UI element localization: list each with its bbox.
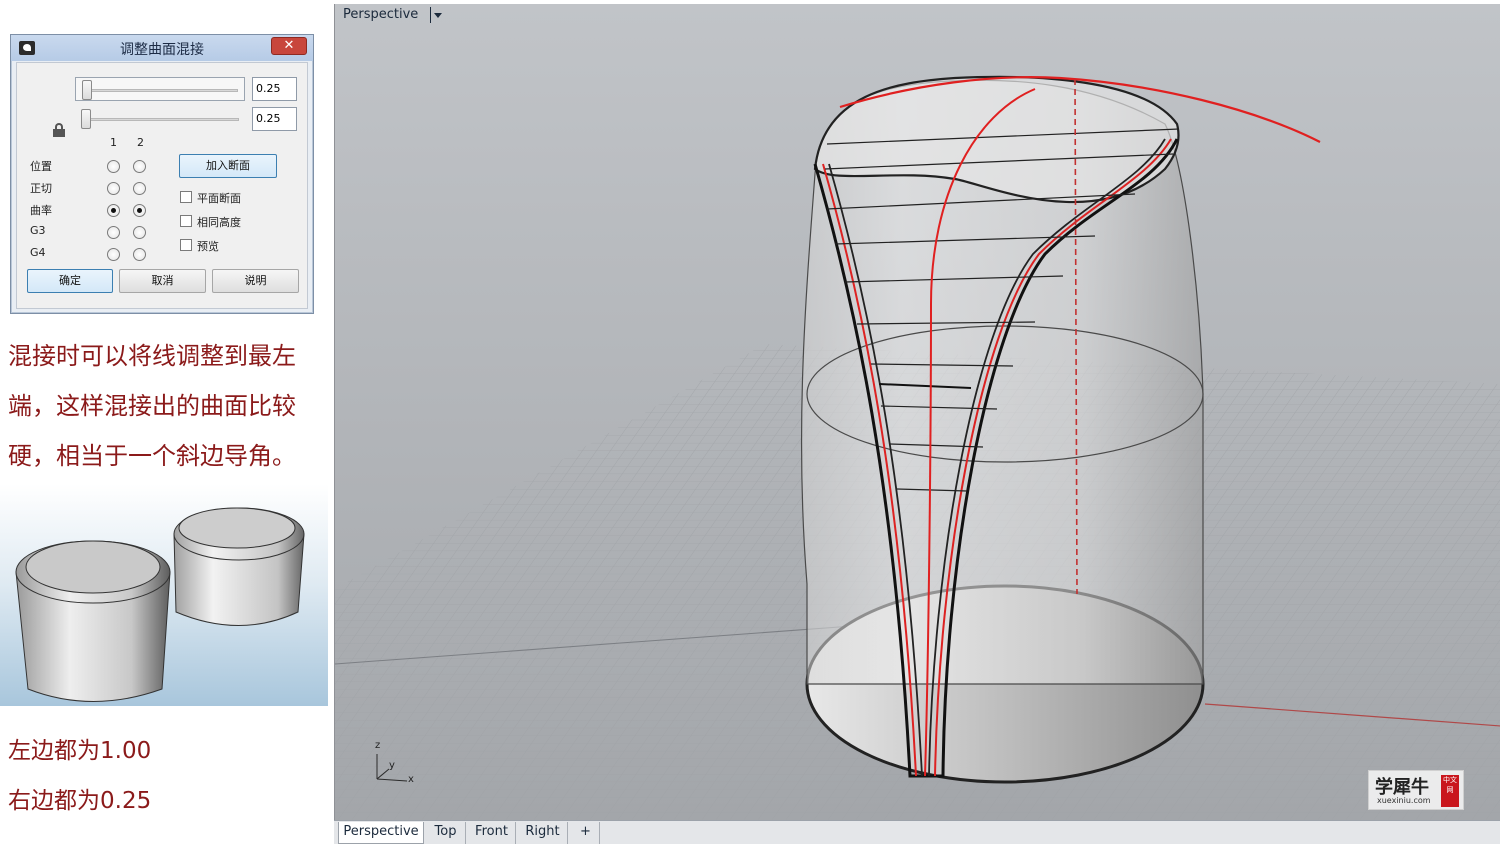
blend-comparison-image <box>0 484 328 706</box>
axis-z-label: z <box>375 740 381 751</box>
help-button[interactable]: 说明 <box>212 269 299 293</box>
viewport-title[interactable]: Perspective <box>343 7 418 22</box>
blend-slider-2[interactable] <box>75 107 245 131</box>
watermark-seal: 中文网 <box>1441 775 1459 807</box>
tab-right[interactable]: Right <box>518 822 568 844</box>
cancel-button[interactable]: 取消 <box>119 269 206 293</box>
description-line-2: 端，这样混接出的曲面比较 <box>8 392 296 420</box>
slider-1-value-field[interactable]: 0.25 <box>252 77 297 101</box>
adjust-blend-dialog: 调整曲面混接 ✕ 0.25 0.25 1 2 位置 正切 曲率 G3 G4 加入… <box>10 34 314 314</box>
description-line-3: 硬，相当于一个斜边导角。 <box>8 442 296 470</box>
radio-g4-2[interactable] <box>133 248 146 261</box>
same-height-label: 相同高度 <box>197 216 241 229</box>
watermark-logo: 学犀牛 xuexiniu.com 中文网 <box>1368 770 1464 810</box>
slider-thumb[interactable] <box>81 109 91 129</box>
continuity-label-g3: G3 <box>30 224 46 237</box>
radio-tangent-2[interactable] <box>133 182 146 195</box>
ok-button[interactable]: 确定 <box>27 269 113 293</box>
add-viewport-tab-button[interactable]: + <box>572 822 600 844</box>
blend-slider-1[interactable] <box>75 77 245 101</box>
radio-g3-2[interactable] <box>133 226 146 239</box>
description-line-1: 混接时可以将线调整到最左 <box>8 342 296 370</box>
add-section-button[interactable]: 加入断面 <box>179 154 277 178</box>
radio-curvature-1[interactable] <box>107 204 120 217</box>
tab-top[interactable]: Top <box>426 822 466 844</box>
caption-left: 左边都为1.00 <box>8 738 152 764</box>
watermark-url: xuexiniu.com <box>1377 796 1431 805</box>
lock-icon[interactable] <box>53 123 65 137</box>
column-header-2: 2 <box>137 136 144 149</box>
radio-curvature-2[interactable] <box>133 204 146 217</box>
axis-x-label: x <box>408 774 414 785</box>
viewport-menu-arrow-icon[interactable] <box>430 7 442 23</box>
slider-thumb[interactable] <box>82 80 92 100</box>
preview-checkbox[interactable] <box>180 239 192 251</box>
left-panel: 调整曲面混接 ✕ 0.25 0.25 1 2 位置 正切 曲率 G3 G4 加入… <box>0 0 328 844</box>
continuity-label-g4: G4 <box>30 246 46 259</box>
column-header-1: 1 <box>110 136 117 149</box>
axis-y-label: y <box>389 760 395 771</box>
tab-perspective[interactable]: Perspective <box>338 822 424 844</box>
cylinder-illustration <box>15 507 305 702</box>
viewport-tabs: Perspective Top Front Right + <box>334 820 1500 844</box>
caption-right: 右边都为0.25 <box>8 788 152 814</box>
dialog-title: 调整曲面混接 <box>120 42 204 58</box>
continuity-label-curvature: 曲率 <box>30 204 52 217</box>
radio-position-2[interactable] <box>133 160 146 173</box>
radio-g4-1[interactable] <box>107 248 120 261</box>
slider-2-value-field[interactable]: 0.25 <box>252 107 297 131</box>
preview-label: 预览 <box>197 240 219 253</box>
planar-sections-checkbox[interactable] <box>180 191 192 203</box>
close-icon[interactable]: ✕ <box>271 37 307 55</box>
tab-front[interactable]: Front <box>468 822 516 844</box>
radio-position-1[interactable] <box>107 160 120 173</box>
viewport-scene <box>335 75 1500 820</box>
dialog-titlebar[interactable]: 调整曲面混接 ✕ <box>11 35 313 61</box>
continuity-label-position: 位置 <box>30 160 52 173</box>
same-height-checkbox[interactable] <box>180 215 192 227</box>
radio-g3-1[interactable] <box>107 226 120 239</box>
radio-tangent-1[interactable] <box>107 182 120 195</box>
planar-sections-label: 平面断面 <box>197 192 241 205</box>
dialog-body: 0.25 0.25 1 2 位置 正切 曲率 G3 G4 加入断面 平面断面 相… <box>16 62 308 309</box>
perspective-viewport[interactable]: Perspective z y x <box>334 4 1500 820</box>
continuity-label-tangent: 正切 <box>30 182 52 195</box>
